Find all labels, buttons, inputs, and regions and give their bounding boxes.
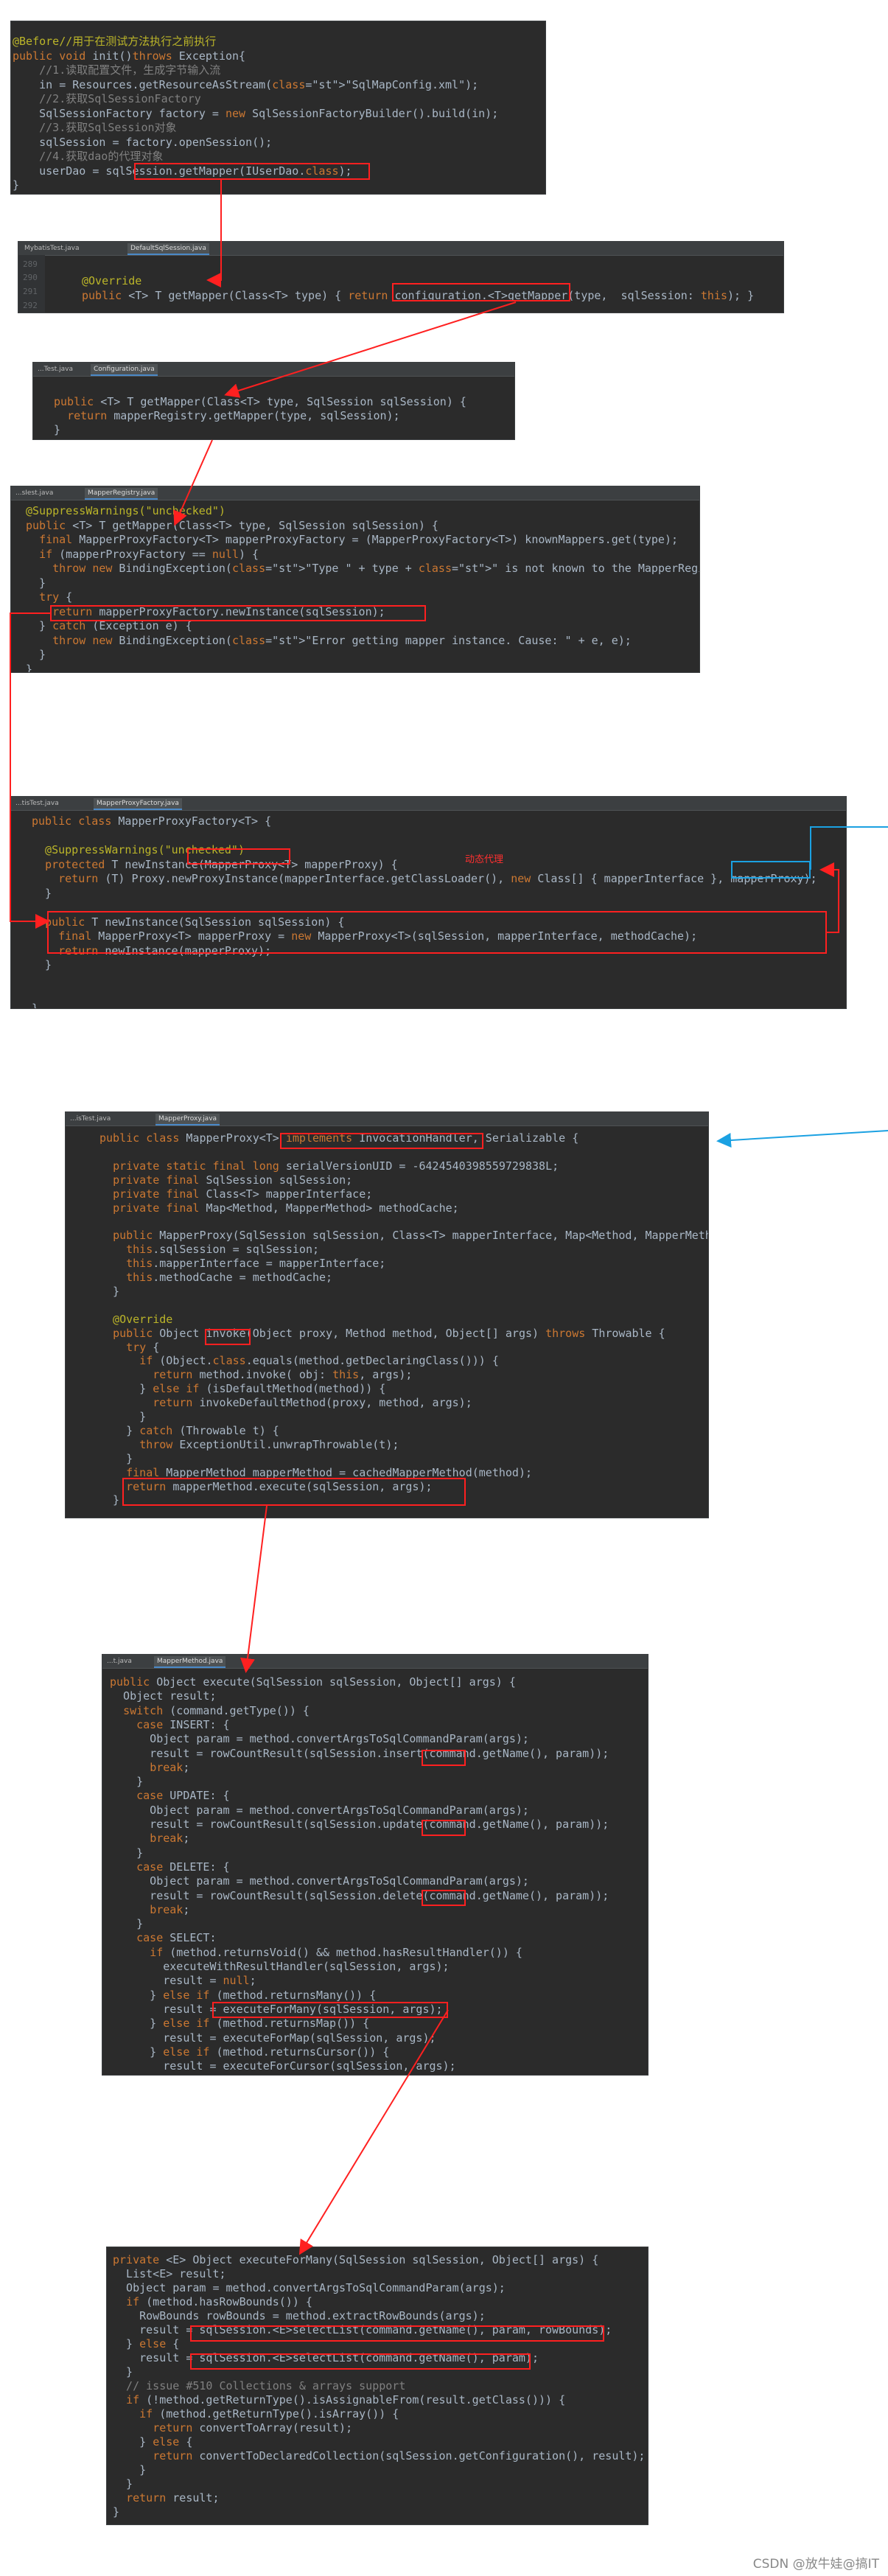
arrow-1	[206, 180, 222, 287]
arrow-2	[224, 301, 517, 398]
arrow-7	[298, 2009, 449, 2255]
watermark: CSDN @放牛娃@搞IT	[752, 2557, 879, 2572]
arrow-4	[10, 612, 50, 929]
arrow-blue-1	[810, 826, 888, 870]
arrow-blue-2	[716, 1130, 888, 1148]
arrow-6	[240, 1505, 268, 1673]
flow-arrows	[10, 180, 888, 2255]
arrow-3	[173, 439, 213, 526]
arrow-5	[819, 862, 839, 933]
